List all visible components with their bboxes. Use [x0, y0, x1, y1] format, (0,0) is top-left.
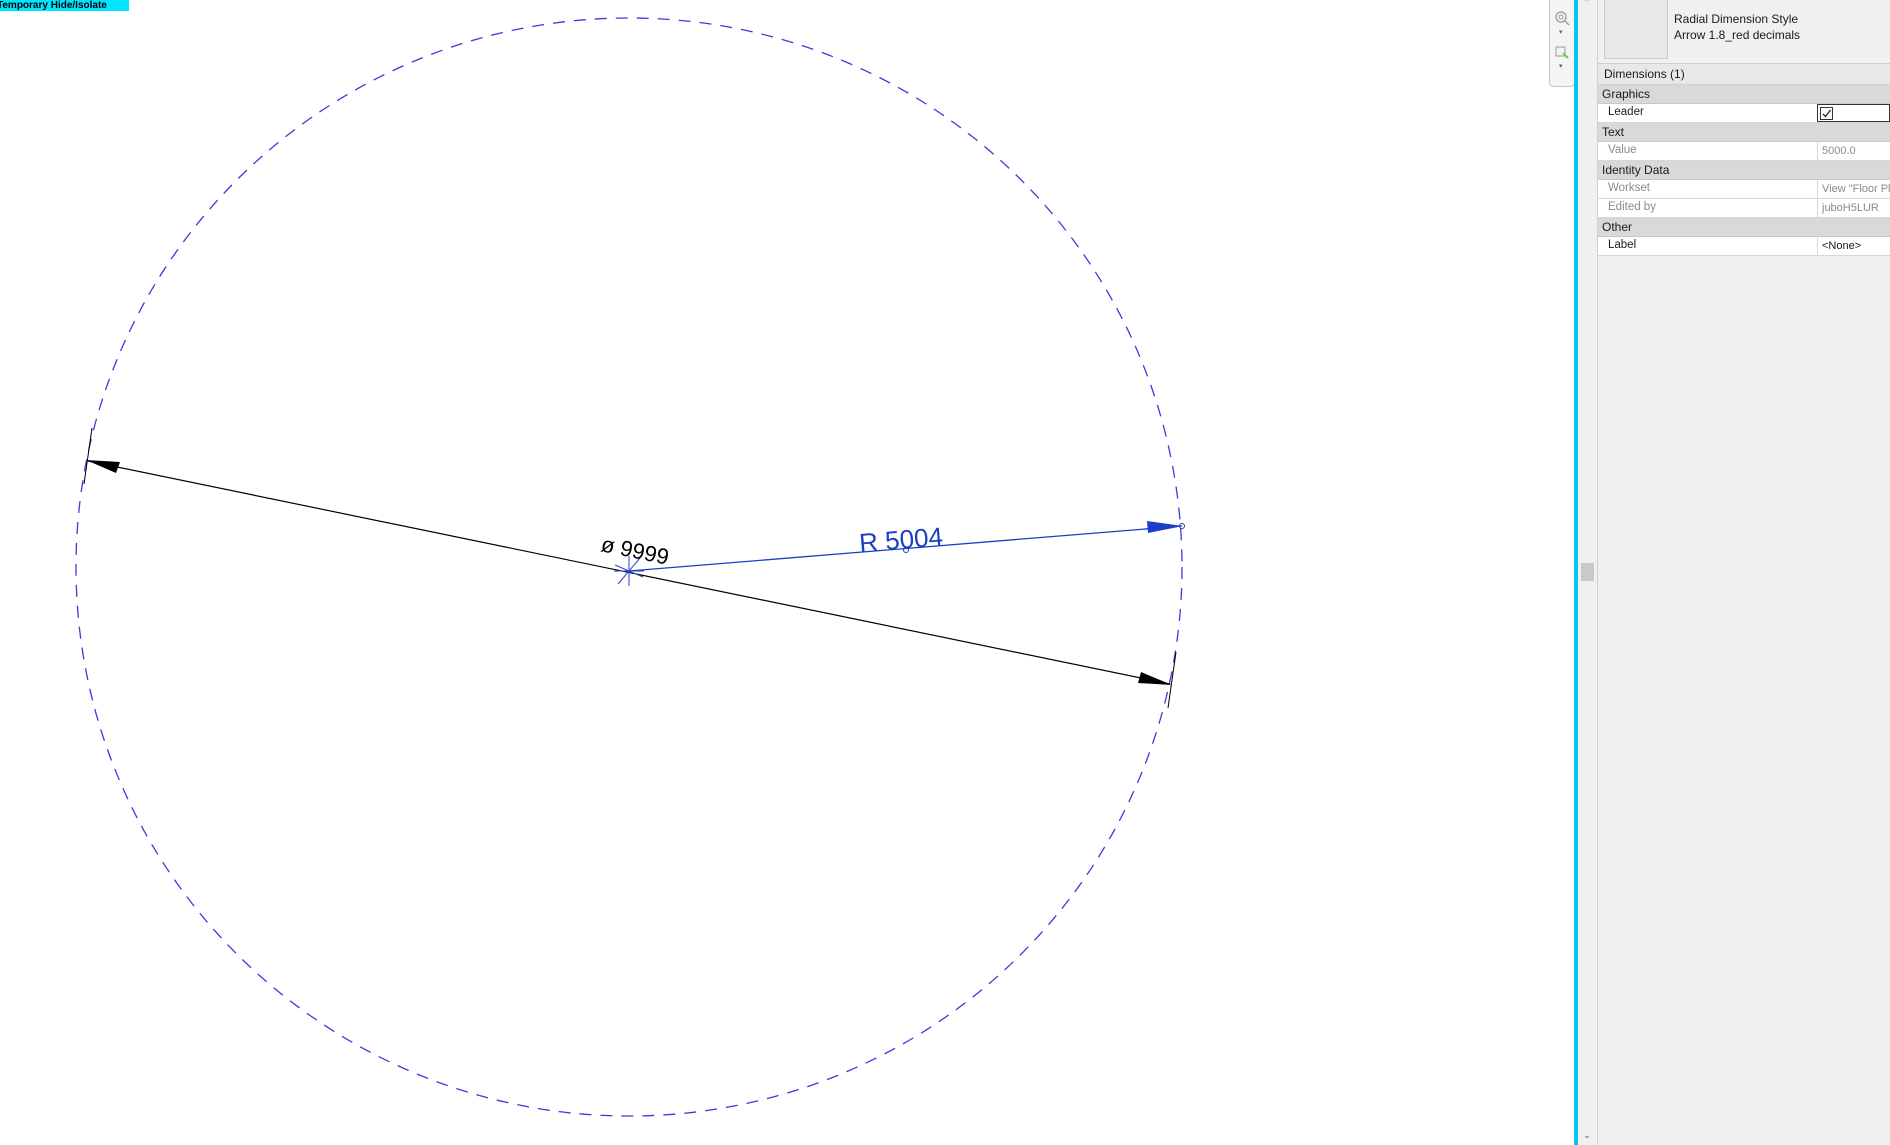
radius-label[interactable]: R 5004	[858, 521, 944, 558]
property-name: Value	[1608, 144, 1637, 156]
property-value: View "Floor Plan	[1817, 180, 1890, 198]
type-name: Arrow 1.8_red decimals	[1674, 28, 1801, 42]
property-name: Edited by	[1608, 201, 1656, 213]
group-identity-data[interactable]: Identity Data	[1598, 161, 1890, 180]
pan-dropdown-icon[interactable]: ▾	[1559, 62, 1563, 70]
radius-arrow	[1147, 521, 1183, 533]
group-label: Text	[1602, 125, 1625, 139]
group-label: Graphics	[1602, 87, 1651, 101]
property-row-leader: Leader	[1598, 104, 1890, 123]
zoom-icon[interactable]	[1554, 10, 1570, 26]
instance-filter[interactable]: Dimensions (1)	[1598, 63, 1890, 85]
type-preview	[1604, 0, 1668, 59]
diameter-arrow-right	[1138, 672, 1172, 685]
property-row-edited-by: Edited by juboH5LUR	[1598, 199, 1890, 218]
zoom-dropdown-icon[interactable]: ▾	[1559, 28, 1563, 36]
diameter-tick-left	[83, 427, 93, 485]
drawing-canvas[interactable]: ø 9999 R 5004 Temporary Hide/Isolate	[0, 0, 1574, 1145]
check-icon	[1822, 109, 1832, 118]
group-text[interactable]: Text	[1598, 123, 1890, 142]
pan-icon[interactable]	[1554, 44, 1570, 60]
property-row-value: Value 5000.0	[1598, 142, 1890, 161]
drawing-svg[interactable]: ø 9999 R 5004	[0, 0, 1574, 1145]
type-selector[interactable]: Radial Dimension Style Arrow 1.8_red dec…	[1598, 0, 1890, 63]
property-name: Label	[1608, 239, 1637, 251]
group-label: Other	[1602, 220, 1633, 234]
property-row-workset: Workset View "Floor Plan	[1598, 180, 1890, 199]
type-family-name: Radial Dimension Style	[1674, 12, 1799, 26]
scroll-thumb[interactable]	[1581, 563, 1594, 581]
property-value: 5000.0	[1817, 142, 1890, 160]
diameter-tick-right	[1167, 651, 1177, 709]
navigation-bar[interactable]: ▾ ▾	[1549, 0, 1575, 87]
property-value: juboH5LUR	[1817, 199, 1890, 217]
label-value-field[interactable]: <None>	[1817, 237, 1890, 255]
temporary-hide-isolate-banner: Temporary Hide/Isolate	[0, 0, 129, 11]
group-other[interactable]: Other	[1598, 218, 1890, 237]
scroll-down-icon[interactable]: ⌄	[1582, 1131, 1592, 1141]
leader-checkbox[interactable]	[1820, 107, 1833, 120]
scroll-up-icon[interactable]: ⌃	[1582, 0, 1592, 8]
diameter-arrow-left	[86, 460, 120, 473]
property-name: Leader	[1608, 106, 1644, 118]
properties-panel: Radial Dimension Style Arrow 1.8_red dec…	[1598, 0, 1890, 1145]
vertical-scrollbar[interactable]: ⌃ ⌄	[1578, 0, 1598, 1145]
group-graphics[interactable]: Graphics	[1598, 85, 1890, 104]
leader-value-cell[interactable]	[1817, 104, 1890, 122]
property-row-label: Label <None>	[1598, 237, 1890, 256]
instance-filter-label: Dimensions (1)	[1604, 67, 1685, 81]
property-name: Workset	[1608, 182, 1650, 194]
group-label: Identity Data	[1602, 163, 1670, 177]
